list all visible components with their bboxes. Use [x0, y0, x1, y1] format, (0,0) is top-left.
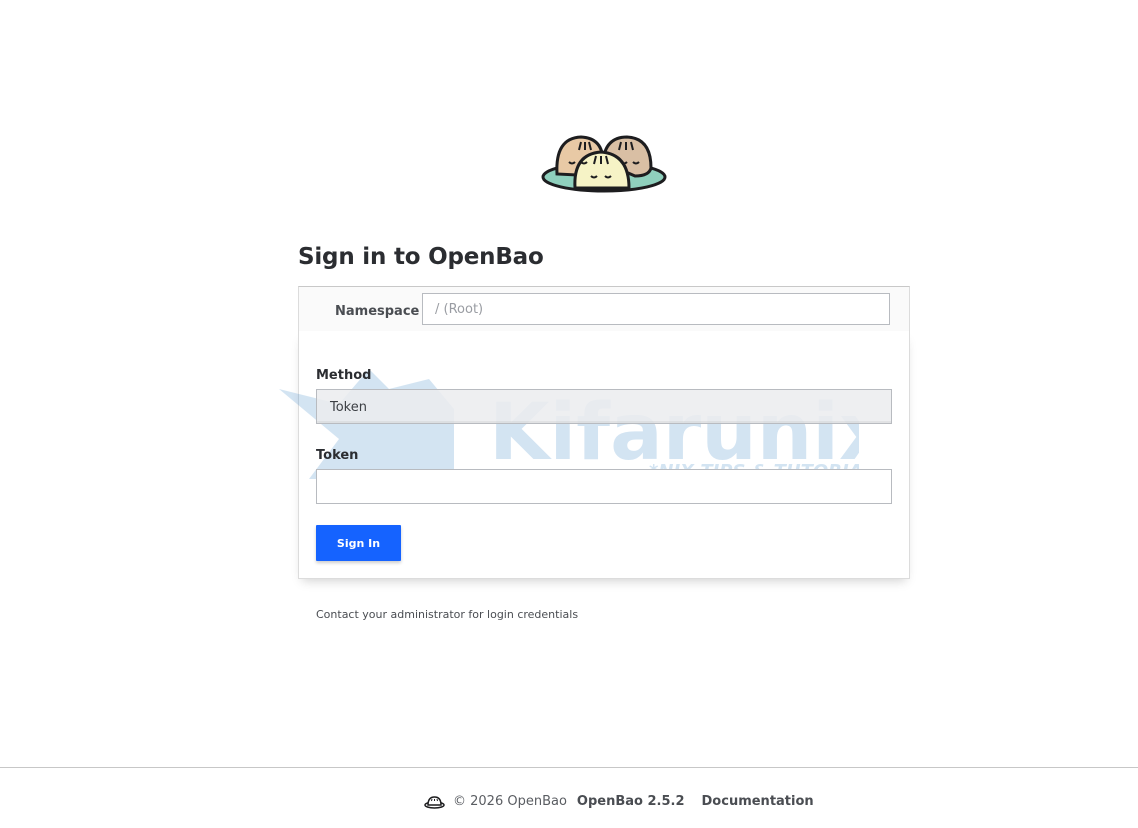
token-input[interactable] [316, 469, 892, 504]
method-label: Method [316, 368, 372, 383]
page-title: Sign in to OpenBao [298, 244, 544, 270]
namespace-label: Namespace [335, 304, 420, 319]
footer-version: OpenBao 2.5.2 [576, 794, 685, 809]
namespace-bar: Namespace [298, 286, 910, 332]
method-selected-value: Token [330, 400, 367, 415]
sign-in-button[interactable]: Sign In [316, 525, 401, 561]
token-label: Token [316, 448, 359, 463]
openbao-logo [541, 135, 667, 193]
footer-copyright: © 2026 OpenBao [453, 794, 567, 809]
login-form-card: Kifarunix *NIX TIPS & TUTORIALS Method T… [279, 331, 910, 579]
namespace-input[interactable] [422, 293, 890, 325]
documentation-link[interactable]: Documentation [702, 794, 814, 809]
footer: © 2026 OpenBao OpenBao 2.5.2 Documentati… [0, 767, 1138, 828]
help-text: Contact your administrator for login cre… [316, 608, 579, 621]
method-select[interactable]: Token [316, 389, 892, 424]
openbao-footer-icon [424, 795, 445, 809]
